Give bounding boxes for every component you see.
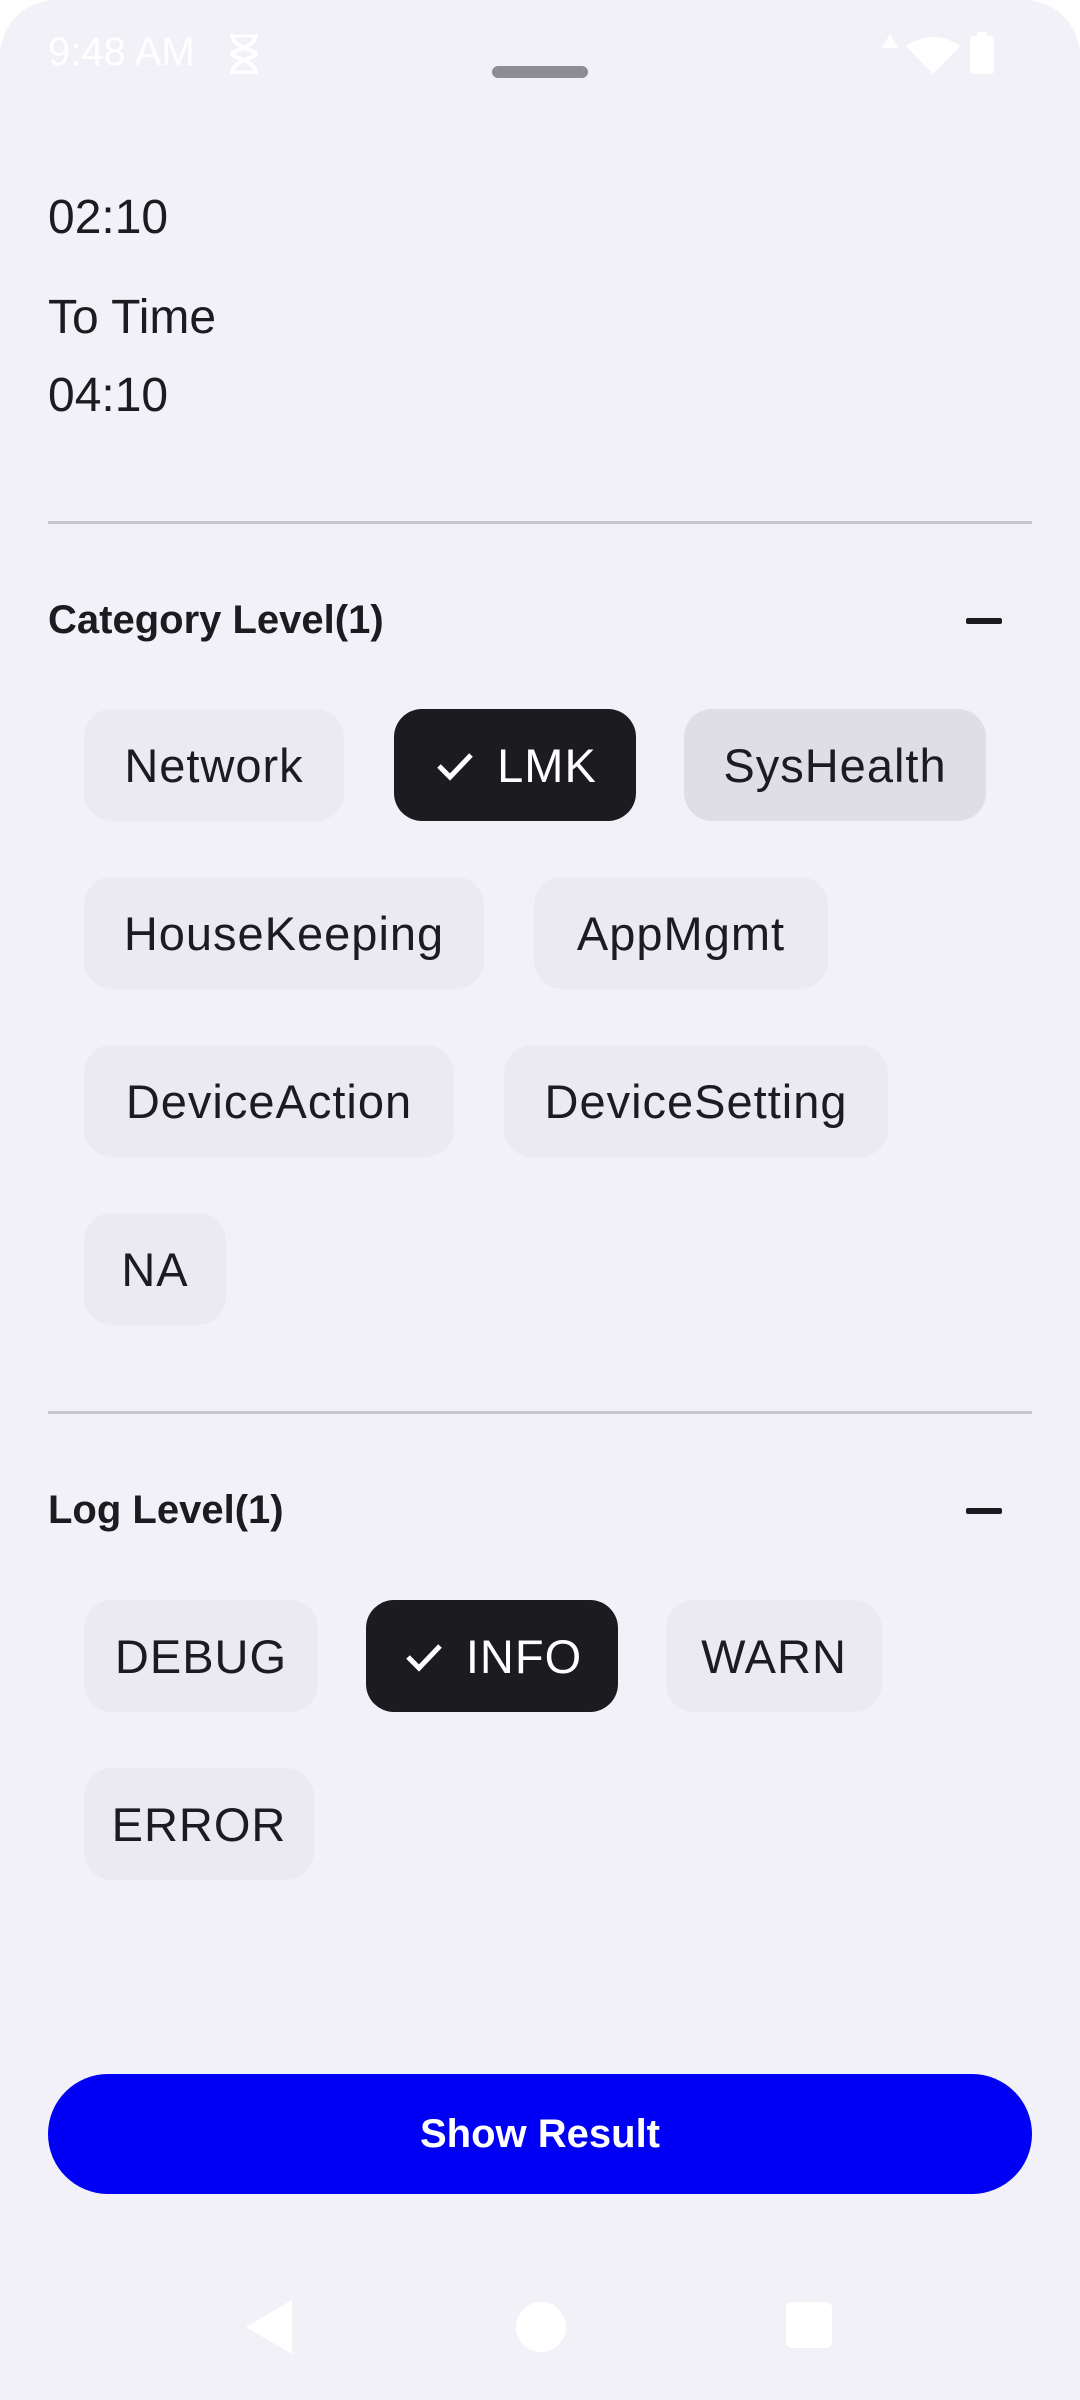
minus-icon[interactable] bbox=[966, 1508, 1002, 1514]
chip-label: INFO bbox=[465, 1629, 583, 1683]
wifi-icon bbox=[906, 36, 960, 79]
chip-devicesetting[interactable]: DeviceSetting bbox=[504, 1045, 888, 1157]
divider bbox=[48, 1411, 1032, 1414]
chip-label: Network bbox=[124, 738, 304, 792]
chip-label: WARN bbox=[701, 1629, 847, 1683]
chip-error[interactable]: ERROR bbox=[84, 1768, 314, 1880]
chip-syshealth[interactable]: SysHealth bbox=[684, 709, 986, 821]
drag-handle[interactable] bbox=[492, 66, 588, 78]
chip-info[interactable]: INFO bbox=[366, 1600, 618, 1712]
chip-network[interactable]: Network bbox=[84, 709, 344, 821]
chip-label: ERROR bbox=[111, 1797, 287, 1851]
chip-lmk[interactable]: LMK bbox=[394, 709, 636, 821]
chip-appmgmt[interactable]: AppMgmt bbox=[534, 877, 828, 989]
dna-icon bbox=[228, 32, 260, 76]
check-icon bbox=[433, 743, 477, 787]
chip-housekeeping[interactable]: HouseKeeping bbox=[84, 877, 484, 989]
chip-label: NA bbox=[121, 1242, 189, 1296]
back-icon[interactable] bbox=[246, 2300, 292, 2359]
chip-label: DEBUG bbox=[114, 1629, 288, 1683]
from-time-value[interactable]: 02:10 bbox=[48, 190, 168, 245]
status-time: 9:48 AM bbox=[48, 30, 195, 74]
divider bbox=[48, 521, 1032, 524]
navigation-bar bbox=[0, 2280, 1080, 2400]
to-time-value[interactable]: 04:10 bbox=[48, 368, 168, 423]
signal-icon bbox=[882, 34, 898, 59]
chip-debug[interactable]: DEBUG bbox=[84, 1600, 318, 1712]
from-time-label: From Time bbox=[48, 111, 278, 164]
chip-label: HouseKeeping bbox=[123, 906, 445, 960]
recents-icon[interactable] bbox=[786, 2302, 832, 2348]
chip-deviceaction[interactable]: DeviceAction bbox=[84, 1045, 454, 1157]
to-time-label: To Time bbox=[48, 291, 217, 344]
home-icon[interactable] bbox=[516, 2302, 566, 2352]
show-result-button[interactable]: Show Result bbox=[48, 2074, 1032, 2194]
chip-na[interactable]: NA bbox=[84, 1213, 226, 1325]
log-level-title: Log Level(1) bbox=[48, 1488, 284, 1532]
chip-label: AppMgmt bbox=[576, 906, 786, 960]
chip-label: DeviceSetting bbox=[544, 1074, 848, 1128]
chip-label: SysHealth bbox=[723, 738, 947, 792]
check-icon bbox=[402, 1634, 446, 1678]
chip-label: DeviceAction bbox=[125, 1074, 413, 1128]
filter-bottom-sheet: 9:48 AM From Time 02:10 To Time 04:10 Ca… bbox=[0, 0, 1080, 2400]
battery-icon bbox=[970, 32, 994, 74]
chip-warn[interactable]: WARN bbox=[666, 1600, 882, 1712]
category-level-title: Category Level(1) bbox=[48, 598, 384, 642]
chip-label: LMK bbox=[497, 738, 597, 792]
status-bar: 9:48 AM bbox=[0, 0, 1080, 110]
minus-icon[interactable] bbox=[966, 618, 1002, 624]
